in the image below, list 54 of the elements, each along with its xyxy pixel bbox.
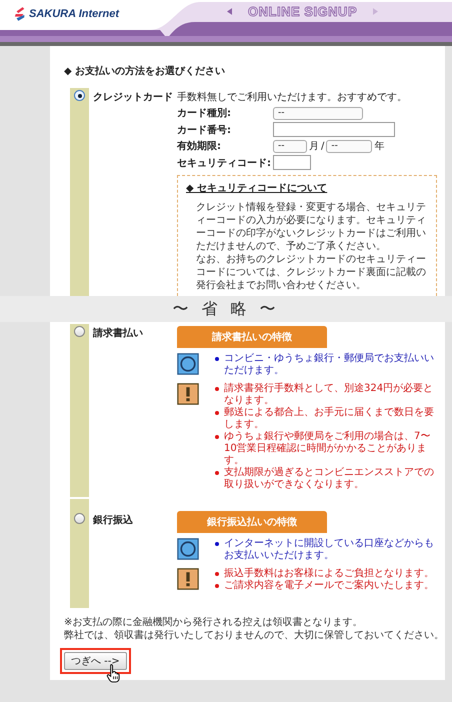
note-text: 弊社では、領収書は発行いたしておりませんので、大切に保管しておいてください。 <box>64 629 445 642</box>
field-label: 有効期限: <box>177 140 222 153</box>
bullet-icon <box>215 471 219 475</box>
left-triangle-icon <box>227 8 232 15</box>
bullet-icon <box>215 572 219 576</box>
feature-text: 振込手数料はお客様によるご負担となります。 <box>224 568 434 580</box>
feature-text: 請求書発行手数料として、別途324円が必要となります。 <box>224 383 434 406</box>
feature-banner: 銀行振込払いの特徴 <box>177 511 327 533</box>
feature-text: ご請求内容を電子メールでご案内いたします。 <box>224 580 434 592</box>
feature-banner: 請求書払いの特徴 <box>177 326 327 348</box>
bullet-icon <box>215 435 219 439</box>
date-separator: / <box>321 140 324 152</box>
bullet-icon <box>215 387 219 391</box>
info-title: ◆ セキュリティコードについて <box>186 182 328 195</box>
field-label: セキュリティコード: <box>177 156 271 170</box>
radio-button[interactable] <box>74 513 85 524</box>
info-paragraph: なお、お持ちのクレジットカードのセキュリティーコードについては、クレジットカード裏面に記載の発行会社までお問い合わせください。 <box>196 253 427 292</box>
feature-text: コンビニ・ゆうちょ銀行・郵便局でお支払いいただけます。 <box>224 353 435 377</box>
bullet-icon <box>215 411 219 415</box>
method-label: 請求書払い <box>92 326 144 341</box>
method-label: 銀行振込 <box>92 514 134 528</box>
month-unit: 月 <box>309 140 319 153</box>
feature-text: インターネットに開設している口座などからもお支払いいただけます。 <box>224 538 435 562</box>
circle-icon <box>177 538 199 560</box>
radio-button[interactable] <box>74 90 85 101</box>
page-title: ONLINE SIGNUP <box>248 4 358 19</box>
bullet-icon <box>215 542 219 546</box>
exclamation-icon <box>177 383 199 405</box>
description-text: 手数料無しでご利用いただけます。おすすめです。 <box>177 90 408 104</box>
card-type-dropdown[interactable]: -- <box>273 106 363 120</box>
feature-text: 郵送による都合上、お手元に届くまで数日を要します。 <box>224 407 435 430</box>
logo-icon <box>14 6 26 22</box>
radio-button[interactable] <box>74 326 85 337</box>
field-label: カード種別: <box>177 106 232 120</box>
field-label: カード番号: <box>177 124 232 136</box>
feature-text: 支払期限が過ぎるとコンビニエンスストアでの取り扱いができなくなります。 <box>224 467 435 491</box>
year-unit: 年 <box>374 140 384 153</box>
month-dropdown[interactable]: -- <box>273 140 307 152</box>
next-button[interactable]: つぎへ --> <box>64 652 127 670</box>
feature-text: ゆうちょ銀行や郵便局をご利用の場合は、7〜10営業日程確認に時間がかかることがあります。 <box>224 431 432 466</box>
circle-icon <box>177 353 199 375</box>
method-label: クレジットカード <box>92 91 174 105</box>
exclamation-icon <box>177 568 199 590</box>
logo-text: SAKURA Internet <box>29 8 120 20</box>
info-paragraph: クレジット情報を登録・変更する場合、セキュリティーコードの入力が必要になります。セキュリティーコードの印字がないクレジットカードはご利用いただけませんので、予めご了承ください。 <box>196 201 427 253</box>
year-dropdown[interactable]: -- <box>326 140 372 152</box>
omission-text: 〜 省 略 〜 <box>172 298 280 320</box>
right-triangle-icon <box>373 8 378 15</box>
security-code-field[interactable] <box>273 155 311 170</box>
bullet-icon <box>215 357 219 361</box>
section-heading: ◆ お支払いの方法をお選びください <box>64 64 226 78</box>
card-number-field[interactable] <box>273 122 395 137</box>
bullet-icon <box>215 584 219 588</box>
note-text: ※お支払の際に金融機関から発行される控えは領収書となります。 <box>64 616 364 629</box>
